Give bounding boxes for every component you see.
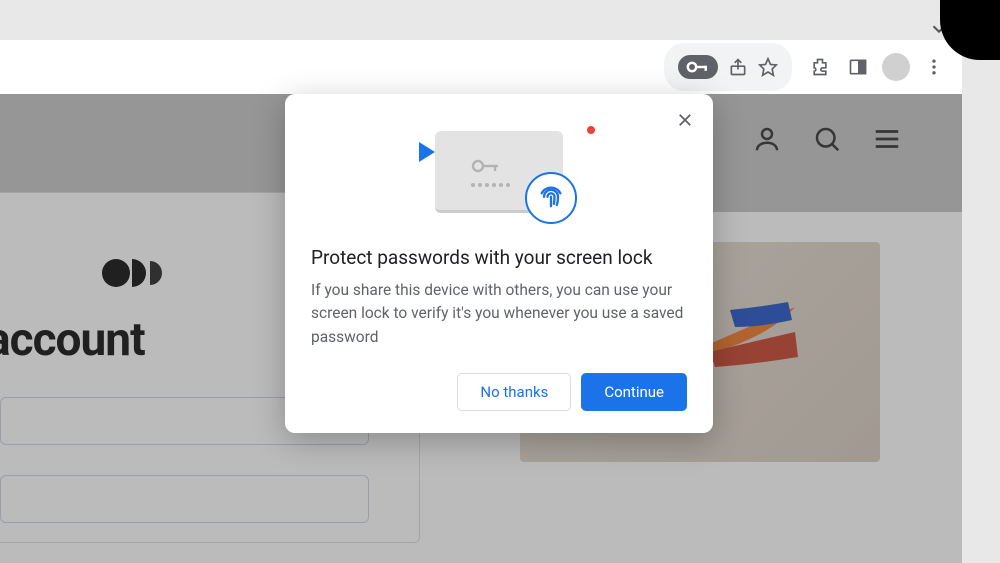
continue-button[interactable]: Continue xyxy=(581,373,687,411)
notification-dot-icon xyxy=(587,126,595,134)
key-icon xyxy=(471,157,501,175)
profile-avatar[interactable] xyxy=(878,49,914,85)
star-icon[interactable] xyxy=(758,49,778,85)
extensions-icon[interactable] xyxy=(802,49,838,85)
dialog-title: Protect passwords with your screen lock xyxy=(311,246,687,269)
password-dots-icon xyxy=(471,183,510,187)
kebab-menu-icon[interactable] xyxy=(916,49,952,85)
no-thanks-button[interactable]: No thanks xyxy=(457,373,571,411)
play-icon xyxy=(419,142,435,162)
fingerprint-icon xyxy=(525,172,577,224)
browser-toolbar xyxy=(0,40,962,94)
dialog-actions: No thanks Continue xyxy=(311,373,687,411)
omnibar-action-group xyxy=(664,43,792,91)
laptop-icon xyxy=(435,131,563,213)
dialog-body: If you share this device with others, yo… xyxy=(311,279,687,349)
password-key-icon[interactable] xyxy=(678,55,718,79)
dialog-illustration xyxy=(311,112,687,232)
screen-lock-dialog: Protect passwords with your screen lock … xyxy=(285,94,713,433)
sidepanel-icon[interactable] xyxy=(840,49,876,85)
share-icon[interactable] xyxy=(728,49,748,85)
